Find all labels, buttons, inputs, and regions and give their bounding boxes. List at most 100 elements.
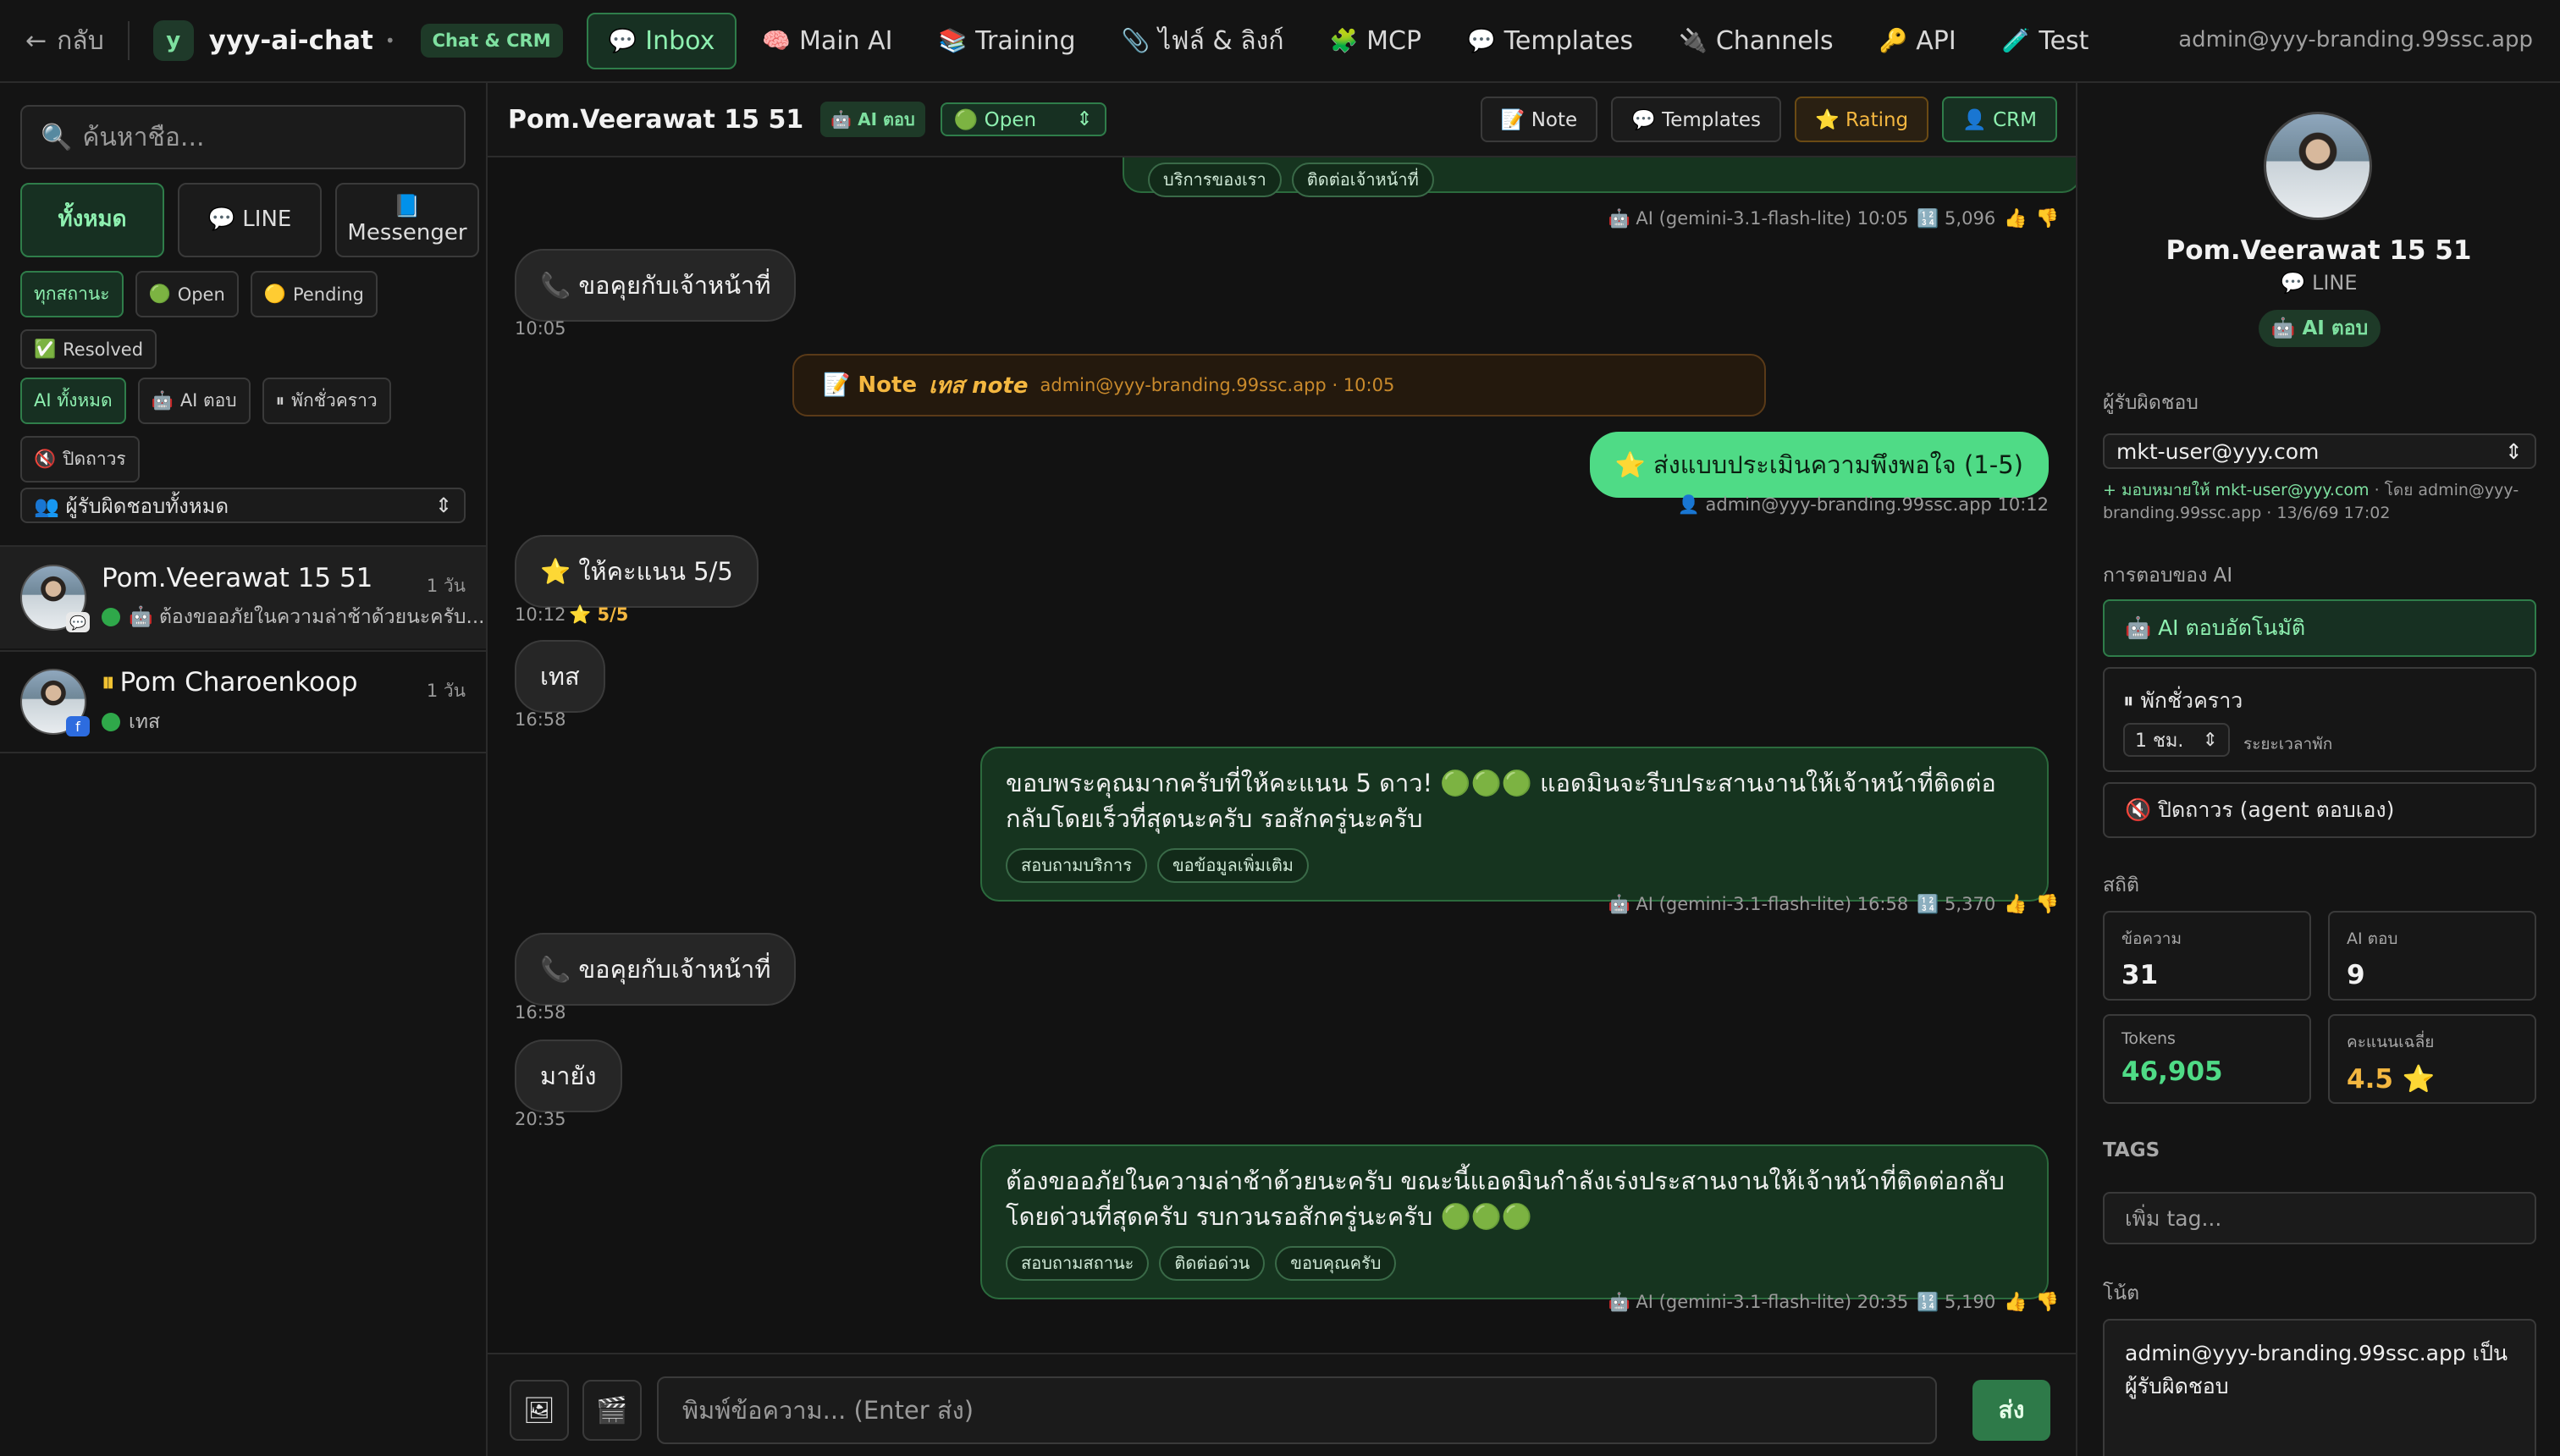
ai-message: บริการของเรา ติดต่อเจ้าหน้าที่ <box>1123 157 2076 197</box>
assignment-history: + มอบหมายให้ mkt-user@yyy.com · โดย admi… <box>2103 481 2519 522</box>
tab-main-ai[interactable]: 🧠 Main AI <box>742 14 913 68</box>
thumbs-up-icon[interactable]: 👍 <box>2004 208 2027 229</box>
chevron-updown-icon: ⇕ <box>2202 729 2218 751</box>
templates-button[interactable]: 💬 Templates <box>1611 97 1782 142</box>
status-resolved-chip[interactable]: ✅ Resolved <box>20 329 157 369</box>
tab-test[interactable]: 🧪 Test <box>1982 14 2110 68</box>
top-navbar: ← กลับ y yyy-ai-chat • Chat & CRM 💬 Inbox … <box>0 0 2560 83</box>
status-open-chip[interactable]: 🟢 Open <box>135 271 239 317</box>
thumbs-down-icon[interactable]: 👎 <box>2036 1292 2059 1313</box>
status-all-chip[interactable]: ทุกสถานะ <box>20 271 124 317</box>
thumbs-down-icon[interactable]: 👎 <box>2036 894 2059 915</box>
conversation-name: Pom Charoenkoop <box>119 666 358 698</box>
thumbs-up-icon[interactable]: 👍 <box>2004 1292 2027 1313</box>
message-composer: 🖼 🎬 ส่ง <box>488 1353 2076 1456</box>
rating-button[interactable]: ⭐ Rating <box>1795 97 1929 142</box>
crm-button[interactable]: 👤 CRM <box>1942 97 2057 142</box>
conversation-item[interactable]: f ⏸ Pom Charoenkoop เทส 1 วัน <box>0 650 486 753</box>
chevron-updown-icon: ⇕ <box>434 494 452 517</box>
note-label: โน้ต <box>2103 1282 2140 1304</box>
customer-message: 📞 ขอคุยกับเจ้าหน้าที่ <box>515 933 797 1006</box>
ai-pause-option[interactable]: ⏸ พักชั่วคราว 1 ชม. ⇕ ระยะเวลาพัก <box>2103 667 2536 772</box>
contact-avatar <box>2264 112 2372 220</box>
note-button[interactable]: 📝 Note <box>1480 97 1598 142</box>
ai-off-button[interactable]: 🔇 ปิดถาวร (agent ตอบเอง) <box>2103 782 2536 838</box>
search-box[interactable]: 🔍 <box>20 105 466 169</box>
app-name[interactable]: yyy-ai-chat <box>209 25 373 56</box>
app-switch-caret-icon[interactable]: • <box>385 30 395 51</box>
check-icon: ✅ <box>34 339 57 359</box>
message-list[interactable]: บริการของเรา ติดต่อเจ้าหน้าที่ 🤖 AI (gem… <box>488 157 2076 1351</box>
token-count: 🔢 5,096 <box>1917 208 1996 229</box>
test-tube-icon: 🧪 <box>2001 27 2031 54</box>
tab-templates[interactable]: 💬 Templates <box>1447 14 1653 68</box>
ai-off-chip[interactable]: 🔇 ปิดถาวร <box>20 436 140 483</box>
customer-message: 📞 ขอคุยกับเจ้าหน้าที่ <box>515 249 797 322</box>
conversation-preview: 🤖 ต้องขออภัยในความล่าช้าด้วยนะครับ... <box>129 606 485 628</box>
thumbs-down-icon[interactable]: 👎 <box>2036 208 2059 229</box>
quick-reply-chip[interactable]: บริการของเรา <box>1148 163 1282 197</box>
agent-message-meta: 👤 admin@yyy-branding.99ssc.app 10:12 <box>1677 494 2049 515</box>
back-button[interactable]: ← กลับ <box>25 21 104 61</box>
message-time: 20:35 <box>515 1109 566 1129</box>
tab-mcp[interactable]: 🧩 MCP <box>1310 14 1443 68</box>
pause-duration-label: ระยะเวลาพัก <box>2243 735 2333 753</box>
owner-select[interactable]: mkt-user@yyy.com ⇕ <box>2103 433 2536 469</box>
quick-reply-chip[interactable]: ติดต่อเจ้าหน้าที่ <box>1291 163 1434 197</box>
brain-icon: 🧠 <box>762 27 791 54</box>
mute-icon: 🔇 <box>34 449 57 469</box>
pause-duration-select[interactable]: 1 ชม. ⇕ <box>2123 723 2230 757</box>
avatar: f <box>20 669 90 736</box>
thumbs-up-icon[interactable]: 👍 <box>2004 894 2027 915</box>
message-meta: 🤖 AI (gemini-3.1-flash-lite) 16:58 🔢 5,3… <box>1608 894 2059 915</box>
ai-model-info: 🤖 AI (gemini-3.1-flash-lite) 20:35 <box>1608 1292 1909 1312</box>
video-upload-icon[interactable]: 🎬 <box>582 1380 642 1441</box>
ai-message-text: ขอบพระคุณมากครับที่ให้คะแนน 5 ดาว! 🟢🟢🟢 แ… <box>1006 769 1996 834</box>
green-dot-icon: 🟢 <box>148 284 171 304</box>
image-upload-icon[interactable]: 🖼 <box>510 1380 569 1441</box>
quick-reply-chip[interactable]: ติดต่อด่วน <box>1159 1246 1266 1282</box>
message-time: 16:58 <box>515 709 566 730</box>
conversation-preview: เทส <box>129 710 161 733</box>
status-pending-chip[interactable]: 🟡 Pending <box>250 271 378 317</box>
status-filter: ทุกสถานะ 🟢 Open 🟡 Pending ✅ Resolved <box>20 271 469 369</box>
paperclip-icon: 📎 <box>1121 27 1150 54</box>
note-text: เทส note <box>929 372 1029 399</box>
customer-message: มายัง <box>515 1040 622 1112</box>
message-meta: 🤖 AI (gemini-3.1-flash-lite) 10:05 🔢 5,0… <box>1608 208 2059 229</box>
owner-filter-select[interactable]: 👥 ผู้รับผิดชอบทั้งหมด ⇕ <box>20 488 466 523</box>
ai-message-text: ต้องขออภัยในความล่าช้าด้วยนะครับ ขณะนี้แ… <box>1006 1166 2005 1232</box>
puzzle-icon: 🧩 <box>1329 27 1359 54</box>
tab-inbox[interactable]: 💬 Inbox <box>586 12 737 69</box>
tab-channels[interactable]: 🔌 Channels <box>1658 14 1853 68</box>
token-count: 🔢 5,370 <box>1917 894 1996 914</box>
tag-input[interactable] <box>2103 1192 2536 1244</box>
channel-all-button[interactable]: ทั้งหมด <box>20 183 164 257</box>
quick-reply-chip[interactable]: ขอข้อมูลเพิ่มเติม <box>1156 848 1309 884</box>
note-textarea[interactable]: admin@yyy-branding.99ssc.app เป็นผู้รับผ… <box>2103 1319 2536 1456</box>
ai-reply-chip[interactable]: 🤖 AI ตอบ <box>137 378 251 424</box>
message-input[interactable] <box>657 1376 1937 1444</box>
status-select[interactable]: 🟢 Open ⇕ <box>940 102 1106 136</box>
quick-reply-chip[interactable]: สอบถามบริการ <box>1006 848 1147 884</box>
ai-auto-reply-button[interactable]: 🤖 AI ตอบอัตโนมัติ <box>2103 599 2536 657</box>
channel-filter: ทั้งหมด 💬 LINE 📘 Messenger <box>20 183 479 257</box>
search-input[interactable] <box>82 122 445 152</box>
tab-training[interactable]: 📚 Training <box>919 14 1096 68</box>
ai-model-info: 🤖 AI (gemini-3.1-flash-lite) 16:58 <box>1608 894 1909 914</box>
ai-message: ต้องขออภัยในความล่าช้าด้วยนะครับ ขณะนี้แ… <box>980 1144 2049 1300</box>
message-meta: 🤖 AI (gemini-3.1-flash-lite) 20:35 🔢 5,1… <box>1608 1292 2059 1313</box>
current-user[interactable]: admin@yyy-branding.99ssc.app <box>2178 27 2533 52</box>
tab-files-links[interactable]: 📎 ไฟล์ & ลิงก์ <box>1101 9 1305 73</box>
contact-channel: 💬 LINE <box>2280 271 2358 295</box>
channel-line-button[interactable]: 💬 LINE <box>178 183 322 257</box>
owner-label: ผู้รับผิดชอบ <box>2103 392 2199 414</box>
quick-reply-chip[interactable]: ขอบคุณครับ <box>1275 1246 1397 1282</box>
channel-messenger-button[interactable]: 📘 Messenger <box>335 183 479 257</box>
ai-paused-chip[interactable]: ⏸ พักชั่วคราว <box>262 378 391 424</box>
quick-reply-chip[interactable]: สอบถามสถานะ <box>1006 1246 1150 1282</box>
ai-all-chip[interactable]: AI ทั้งหมด <box>20 378 126 424</box>
tab-api[interactable]: 🔑 API <box>1859 14 1977 68</box>
send-button[interactable]: ส่ง <box>1972 1380 2050 1441</box>
conversation-item[interactable]: 💬 Pom.Veerawat 15 51 🤖 ต้องขออภัยในความล… <box>0 545 486 648</box>
